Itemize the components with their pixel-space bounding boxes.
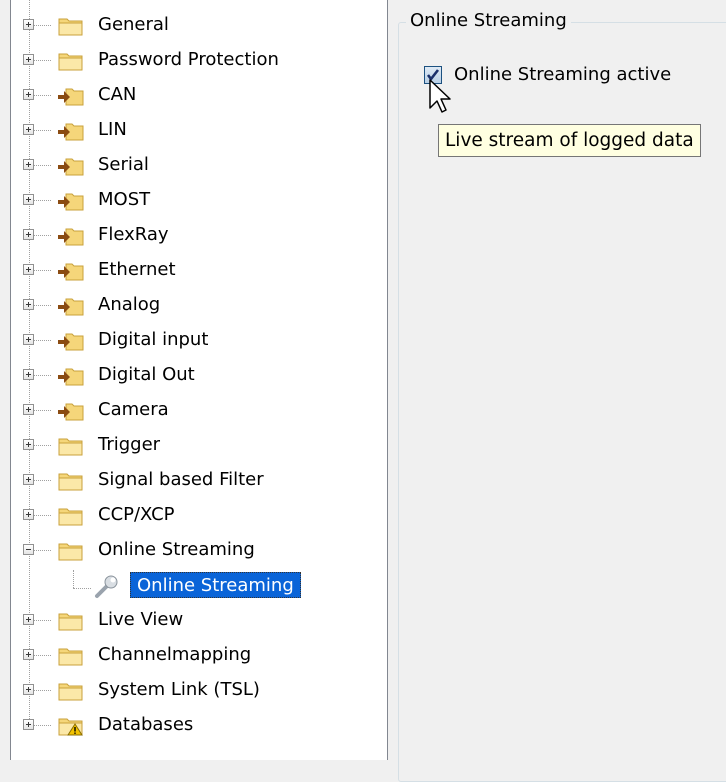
tree-item-password-protection[interactable]: Password Protection bbox=[10, 43, 388, 78]
tree-item-label: Digital Out bbox=[98, 364, 195, 385]
tree-item-camera[interactable]: Camera bbox=[10, 393, 388, 428]
wrench-icon bbox=[95, 575, 118, 598]
expand-icon[interactable] bbox=[23, 299, 34, 310]
tree-item-label: Ethernet bbox=[98, 259, 176, 280]
tree-item-label: System Link (TSL) bbox=[98, 679, 260, 700]
settings-panel: Online Streaming Online Streaming active… bbox=[388, 0, 726, 782]
expand-icon[interactable] bbox=[23, 124, 34, 135]
expand-icon[interactable] bbox=[23, 439, 34, 450]
warning-folder-icon bbox=[58, 718, 83, 736]
tree-item-label: Trigger bbox=[98, 434, 161, 455]
collapse-icon[interactable] bbox=[23, 544, 34, 555]
tree-item-online-streaming-settings[interactable]: Online Streaming bbox=[130, 572, 301, 598]
tree-connector bbox=[73, 588, 91, 589]
expand-icon[interactable] bbox=[23, 334, 34, 345]
expand-icon[interactable] bbox=[23, 509, 34, 520]
bus-folder-icon bbox=[58, 228, 84, 246]
tree-item-lin[interactable]: LIN bbox=[10, 113, 388, 148]
expand-icon[interactable] bbox=[23, 229, 34, 240]
tree-item-signal-based-filter[interactable]: Signal based Filter bbox=[10, 463, 388, 498]
folder-icon bbox=[58, 53, 83, 71]
folder-icon bbox=[58, 18, 83, 36]
folder-icon bbox=[58, 473, 83, 491]
tree-item-label: Password Protection bbox=[98, 49, 279, 70]
tree-item-trigger[interactable]: Trigger bbox=[10, 428, 388, 463]
expand-icon[interactable] bbox=[23, 54, 34, 65]
tree-item-live-view[interactable]: Live View bbox=[10, 603, 388, 638]
tree-item-channelmapping[interactable]: Channelmapping bbox=[10, 638, 388, 673]
bus-folder-icon bbox=[58, 158, 84, 176]
settings-tree[interactable]: General Password Protection CAN LIN Seri… bbox=[10, 0, 388, 760]
tree-item-flexray[interactable]: FlexRay bbox=[10, 218, 388, 253]
tree-item-label: CAN bbox=[98, 84, 137, 105]
tree-item-digital-out[interactable]: Digital Out bbox=[10, 358, 388, 393]
tree-item-general[interactable]: General bbox=[10, 8, 388, 43]
tree-item-can[interactable]: CAN bbox=[10, 78, 388, 113]
tree-item-label: Online Streaming bbox=[98, 539, 255, 560]
tree-connector bbox=[73, 570, 74, 588]
tree-item-label: Signal based Filter bbox=[98, 469, 264, 490]
expand-icon[interactable] bbox=[23, 159, 34, 170]
tree-item-online-streaming[interactable]: Online Streaming bbox=[10, 533, 388, 568]
folder-icon bbox=[58, 438, 83, 456]
folder-icon bbox=[58, 648, 83, 666]
tree-item-label: CCP/XCP bbox=[98, 504, 175, 525]
expand-icon[interactable] bbox=[23, 614, 34, 625]
tree-item-ethernet[interactable]: Ethernet bbox=[10, 253, 388, 288]
tree-item-label: Databases bbox=[98, 714, 194, 735]
expand-icon[interactable] bbox=[23, 89, 34, 100]
expand-icon[interactable] bbox=[23, 369, 34, 380]
tree-item-serial[interactable]: Serial bbox=[10, 148, 388, 183]
tree-item-ccp-xcp[interactable]: CCP/XCP bbox=[10, 498, 388, 533]
tooltip: Live stream of logged data bbox=[438, 124, 701, 157]
bus-folder-icon bbox=[58, 88, 84, 106]
bus-folder-icon bbox=[58, 123, 84, 141]
expand-icon[interactable] bbox=[23, 19, 34, 30]
online-streaming-checkbox-label[interactable]: Online Streaming active bbox=[454, 63, 671, 87]
expand-icon[interactable] bbox=[23, 649, 34, 660]
bus-folder-icon bbox=[58, 193, 84, 211]
tree-item-label: MOST bbox=[98, 189, 151, 210]
folder-icon bbox=[58, 543, 83, 561]
expand-icon[interactable] bbox=[23, 404, 34, 415]
expand-icon[interactable] bbox=[23, 474, 34, 485]
folder-icon bbox=[58, 613, 83, 631]
tree-item-databases[interactable]: Databases bbox=[10, 708, 388, 743]
tree-item-label: LIN bbox=[98, 119, 127, 140]
folder-icon bbox=[58, 508, 83, 526]
expand-icon[interactable] bbox=[23, 194, 34, 205]
tree-item-label: Camera bbox=[98, 399, 169, 420]
bus-folder-icon bbox=[58, 368, 84, 386]
tree-item-label: Live View bbox=[98, 609, 184, 630]
tree-item-label: Serial bbox=[98, 154, 149, 175]
tree-item-system-link[interactable]: System Link (TSL) bbox=[10, 673, 388, 708]
groupbox-title: Online Streaming bbox=[406, 10, 571, 32]
tree-item-most[interactable]: MOST bbox=[10, 183, 388, 218]
mouse-cursor-icon bbox=[429, 79, 451, 113]
expand-icon[interactable] bbox=[23, 264, 34, 275]
bus-folder-icon bbox=[58, 403, 84, 421]
tree-item-digital-input[interactable]: Digital input bbox=[10, 323, 388, 358]
tree-item-analog[interactable]: Analog bbox=[10, 288, 388, 323]
bus-folder-icon bbox=[58, 333, 84, 351]
bus-folder-icon bbox=[58, 263, 84, 281]
tree-item-label: FlexRay bbox=[98, 224, 169, 245]
tree-item-label: Channelmapping bbox=[98, 644, 252, 665]
bus-folder-icon bbox=[58, 298, 84, 316]
folder-icon bbox=[58, 683, 83, 701]
tree-item-label: Digital input bbox=[98, 329, 209, 350]
expand-icon[interactable] bbox=[23, 719, 34, 730]
tree-item-label: General bbox=[98, 14, 169, 35]
tree-item-label: Analog bbox=[98, 294, 161, 315]
expand-icon[interactable] bbox=[23, 684, 34, 695]
